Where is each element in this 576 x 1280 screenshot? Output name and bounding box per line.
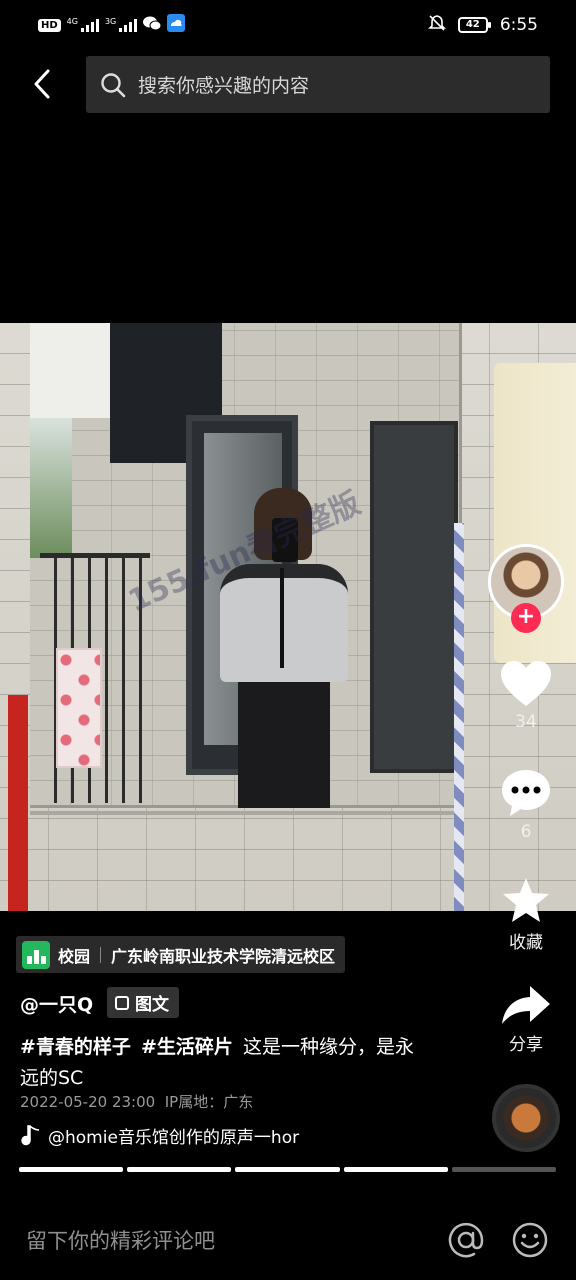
signal-icon-1: 4G bbox=[67, 18, 99, 32]
chevron-left-icon bbox=[34, 69, 50, 99]
outdoor-view bbox=[30, 398, 72, 558]
progress-segment bbox=[235, 1167, 340, 1172]
divider bbox=[100, 946, 102, 963]
clock: 6:55 bbox=[499, 15, 538, 35]
comment-input[interactable]: 留下你的精彩评论吧 bbox=[26, 1225, 422, 1255]
search-placeholder: 搜索你感兴趣的内容 bbox=[138, 75, 310, 97]
share-label: 分享 bbox=[509, 1035, 543, 1055]
progress-segment bbox=[451, 1167, 557, 1172]
reflected-door-right bbox=[370, 421, 458, 773]
mirror-ledge bbox=[30, 811, 462, 815]
at-sign-icon bbox=[448, 1222, 484, 1258]
network-label-2: 3G bbox=[104, 17, 117, 26]
post-meta: 2022-05-20 23:00 IP属地：广东 bbox=[20, 1091, 253, 1112]
comment-count: 6 bbox=[520, 822, 532, 842]
emoji-button[interactable] bbox=[510, 1220, 550, 1260]
progress-segment bbox=[343, 1167, 448, 1172]
location-tag[interactable]: 校园 广东岭南职业技术学院清远校区 bbox=[16, 936, 346, 973]
signal-icon-2: 3G bbox=[104, 17, 138, 32]
author-name[interactable]: @一只Q bbox=[20, 990, 93, 1017]
post-type-badge: 图文 bbox=[107, 987, 179, 1018]
image-progress-indicator bbox=[19, 1167, 557, 1172]
post-type-label: 图文 bbox=[135, 995, 169, 1015]
star-icon bbox=[503, 878, 549, 922]
strawberry-towel bbox=[56, 648, 102, 768]
music-disc[interactable] bbox=[492, 1084, 560, 1152]
hashtag[interactable]: #生活碎片 bbox=[141, 1036, 233, 1058]
battery-icon: 42 bbox=[457, 17, 491, 33]
campus-icon bbox=[22, 940, 50, 969]
comment-bar: 留下你的精彩评论吧 bbox=[0, 1200, 576, 1280]
striped-pole bbox=[454, 523, 464, 911]
like-count: 34 bbox=[515, 712, 537, 732]
favorite-button[interactable]: 收藏 bbox=[490, 876, 562, 953]
back-button[interactable] bbox=[24, 66, 60, 102]
progress-segment bbox=[127, 1167, 232, 1172]
image-post-icon bbox=[115, 995, 129, 1010]
ip-location: IP属地：广东 bbox=[164, 1093, 254, 1111]
music-title: @homie音乐馆创作的原声一hor bbox=[48, 1128, 300, 1148]
status-right: 42 6:55 bbox=[427, 14, 538, 36]
mute-bell-icon bbox=[427, 14, 446, 36]
location-name: 广东岭南职业技术学院清远校区 bbox=[111, 946, 336, 966]
mention-button[interactable] bbox=[446, 1220, 486, 1260]
cloud-app-icon bbox=[167, 14, 186, 36]
status-bar: HD 4G 3G 42 6:55 bbox=[0, 0, 576, 50]
wechat-icon bbox=[143, 16, 162, 35]
search-icon bbox=[101, 72, 126, 97]
hd-badge: HD bbox=[38, 18, 61, 32]
favorite-label: 收藏 bbox=[509, 933, 543, 953]
red-pole bbox=[8, 695, 28, 911]
comment-button[interactable]: 6 bbox=[490, 768, 562, 842]
progress-segment bbox=[19, 1167, 124, 1172]
status-left: HD 4G 3G bbox=[38, 14, 186, 36]
like-button[interactable]: 34 bbox=[490, 660, 562, 732]
heart-icon bbox=[501, 661, 551, 706]
share-button[interactable]: 分享 bbox=[490, 984, 562, 1055]
smiley-icon bbox=[512, 1222, 548, 1258]
post-datetime: 2022-05-20 23:00 bbox=[20, 1093, 156, 1111]
hashtag[interactable]: #青春的样子 bbox=[20, 1036, 131, 1058]
music-link[interactable]: @homie音乐馆创作的原声一hor bbox=[20, 1123, 320, 1148]
comment-bubble-icon bbox=[502, 770, 550, 816]
follow-button[interactable]: + bbox=[511, 603, 541, 633]
music-note-icon bbox=[21, 1124, 40, 1145]
network-label-1: 4G bbox=[66, 17, 78, 26]
post-caption: #青春的样子 #生活碎片 这是一种缘分，是永远的SC bbox=[20, 1032, 420, 1094]
search-input[interactable]: 搜索你感兴趣的内容 bbox=[86, 56, 550, 113]
location-category: 校园 bbox=[58, 946, 91, 966]
share-arrow-icon bbox=[502, 986, 550, 1024]
